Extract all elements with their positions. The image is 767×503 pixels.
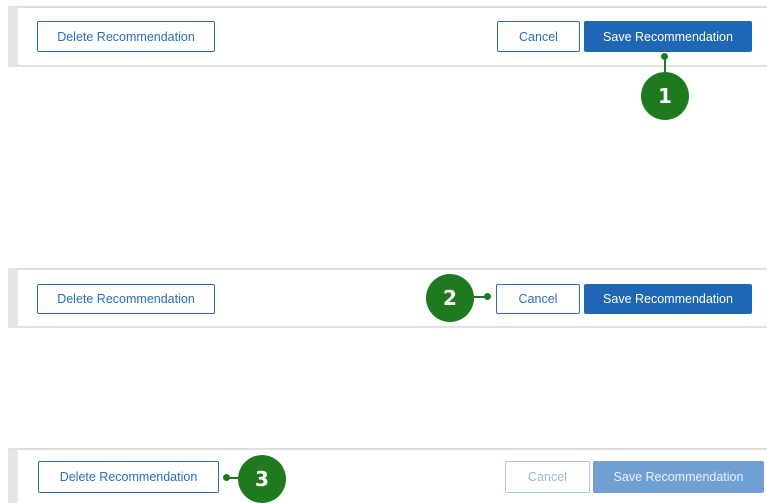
save-recommendation-button[interactable]: Save Recommendation: [584, 21, 752, 52]
cancel-button[interactable]: Cancel: [496, 284, 580, 314]
callout-badge-1: 1: [641, 72, 689, 120]
cancel-button-disabled: Cancel: [505, 461, 590, 493]
save-recommendation-button-disabled: Save Recommendation: [593, 461, 764, 493]
callout-connector-1: [664, 57, 666, 73]
save-recommendation-button[interactable]: Save Recommendation: [584, 284, 752, 314]
cancel-button[interactable]: Cancel: [497, 21, 580, 52]
delete-recommendation-button[interactable]: Delete Recommendation: [37, 284, 215, 314]
callout-badge-3: 3: [238, 455, 286, 503]
callout-anchor-dot-2: [484, 293, 491, 300]
callout-badge-2: 2: [426, 274, 474, 322]
delete-recommendation-button[interactable]: Delete Recommendation: [38, 461, 219, 493]
delete-recommendation-button[interactable]: Delete Recommendation: [37, 21, 215, 52]
